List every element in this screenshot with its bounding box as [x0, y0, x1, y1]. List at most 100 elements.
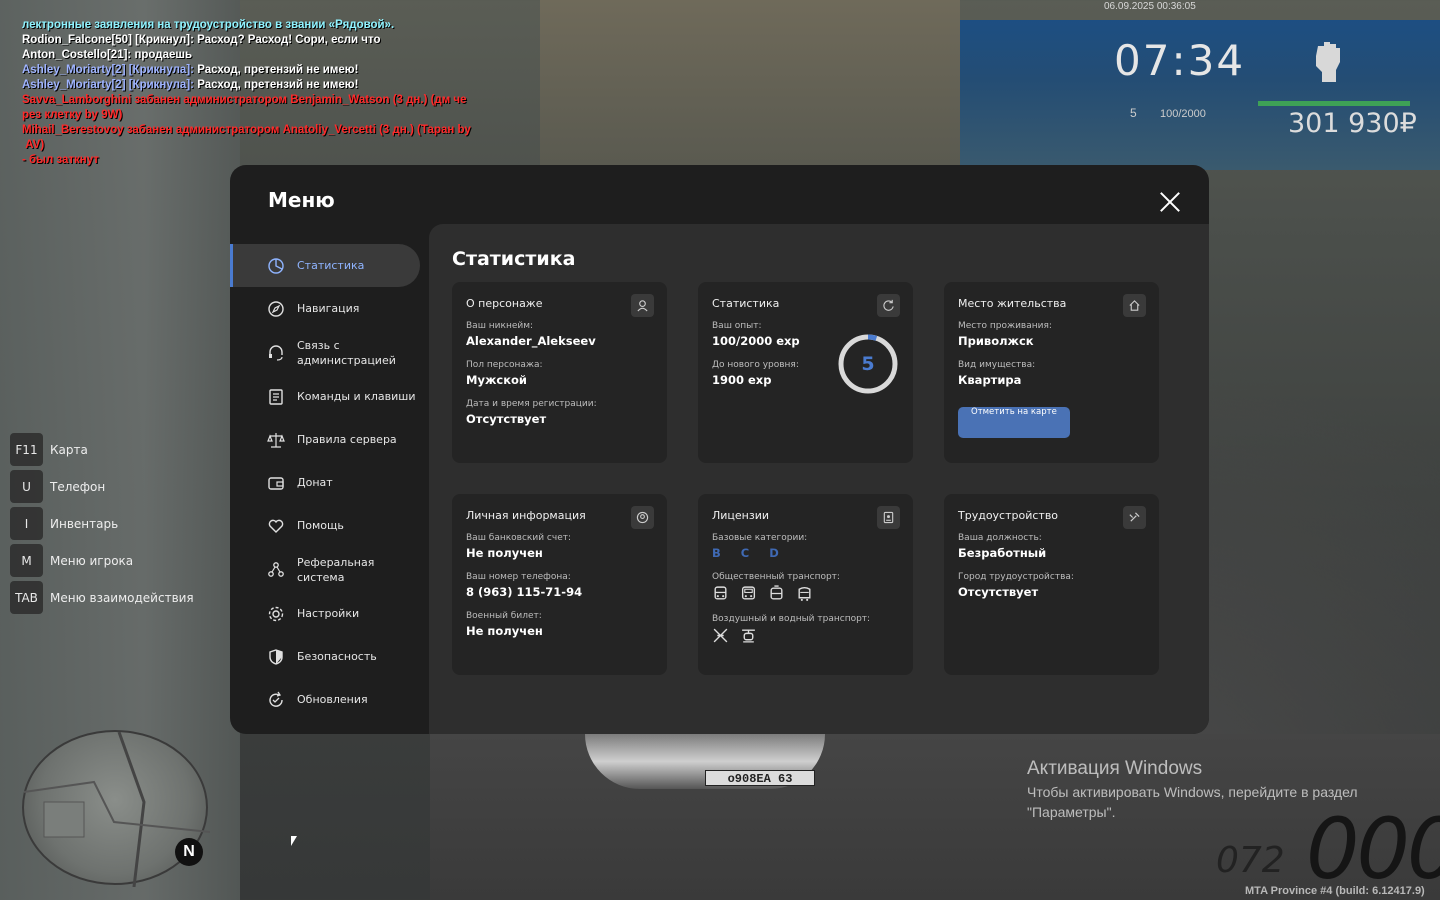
- sidebar-item-label: Реферальная система: [297, 555, 375, 584]
- sidebar-item[interactable]: Правила сервера: [230, 418, 428, 461]
- chat-text: Anton_Costello[21]: продаешь: [22, 49, 193, 61]
- registration-value: Отсутствует: [466, 412, 547, 426]
- field-label: Воздушный и водный транспорт:: [712, 614, 871, 624]
- sidebar-item-label: Безопасность: [297, 650, 377, 663]
- keybind-interaction-menu[interactable]: TAB Меню взаимодействия: [10, 581, 194, 614]
- sidebar-item[interactable]: Реферальная система: [230, 547, 428, 592]
- sidebar-item[interactable]: Помощь: [230, 504, 428, 547]
- sidebar-item-label: Настройки: [297, 607, 360, 620]
- personal-card: Личная информация Ваш банковский счет: Н…: [452, 494, 667, 675]
- keybind-key: I: [10, 507, 43, 540]
- game-menu: Меню Статистика Навигация Связь с админист…: [230, 165, 1209, 734]
- bank-value: Не получен: [466, 546, 543, 560]
- keybind-label: Телефон: [50, 479, 106, 494]
- field-label: Ваш опыт:: [712, 321, 762, 331]
- refresh-icon: [267, 691, 285, 709]
- field-label: Ваш никнейм:: [466, 321, 534, 331]
- card-title: Место жительства: [958, 297, 1067, 310]
- chat-line: рез клетку by 9W): [22, 108, 492, 123]
- sidebar-item-label: Правила сервера: [297, 433, 397, 446]
- air-water-licenses: [712, 627, 899, 644]
- keybind-inventory[interactable]: I Инвентарь: [10, 507, 194, 540]
- close-icon[interactable]: [1159, 191, 1181, 213]
- keybind-key: U: [10, 470, 43, 503]
- hud-level: 5: [1130, 106, 1137, 120]
- user-icon: [631, 294, 654, 317]
- speed-readout: 000: [1306, 800, 1440, 898]
- refresh-stats-icon: [877, 294, 900, 317]
- bus-front-icon: [741, 586, 756, 600]
- character-card: О персонаже Ваш никнейм: Alexander_Aleks…: [452, 282, 667, 463]
- tram-icon: [770, 585, 783, 600]
- keybind-label: Инвентарь: [50, 516, 119, 531]
- field-label: Военный билет:: [466, 611, 542, 621]
- compass-icon: [267, 300, 285, 318]
- sidebar-item-label: Помощь: [297, 519, 344, 532]
- chat-text: AV): [22, 139, 45, 151]
- fuel-readout: 072: [1216, 840, 1285, 881]
- sidebar-item-label: Донат: [297, 476, 333, 489]
- military-value: Не получен: [466, 624, 543, 638]
- card-title: Статистика: [712, 297, 780, 310]
- build-label: MTA Province #4 (build: 6.12417.9): [1245, 885, 1425, 897]
- level-number: 5: [861, 353, 875, 375]
- keybind-list: F11 Карта U Телефон I Инвентарь M Меню игрок…: [10, 433, 194, 618]
- chat-text: Mihail_Berestovoy забанен администраторо…: [22, 124, 471, 136]
- sidebar-item[interactable]: Навигация: [230, 287, 428, 330]
- property-value: Квартира: [958, 373, 1022, 387]
- field-label: Ваш номер телефона:: [466, 572, 571, 582]
- chat-text: - был заткнут: [22, 154, 99, 166]
- gear-icon: [267, 605, 285, 623]
- field-label: Ваша должность:: [958, 533, 1042, 543]
- keybind-map[interactable]: F11 Карта: [10, 433, 194, 466]
- mouse-cursor: [291, 836, 297, 846]
- sidebar-item[interactable]: Настройки: [230, 592, 428, 635]
- chat-line: AV): [22, 138, 492, 153]
- keybind-key: M: [10, 544, 43, 577]
- field-label: Вид имущества:: [958, 360, 1036, 370]
- heart-hands-icon: [267, 517, 285, 535]
- license-categories: B C D: [712, 546, 787, 560]
- sidebar-item[interactable]: Команды и клавиши: [230, 375, 428, 418]
- trolleybus-icon: [798, 586, 811, 601]
- fist-icon: [1308, 38, 1348, 84]
- sidebar-item[interactable]: Безопасность: [230, 635, 428, 678]
- field-label: Место проживания:: [958, 321, 1052, 331]
- chat-text: Savva_Lamborghini забанен администраторо…: [22, 94, 467, 106]
- section-title: Статистика: [452, 248, 576, 270]
- hud-exp: 100/2000: [1160, 108, 1206, 120]
- gender-value: Мужской: [466, 373, 527, 387]
- chat-line: Ashley_Moriarty[2] [Крикнула]: Расход, п…: [22, 63, 492, 78]
- phone-value: 8 (963) 115-71-94: [466, 585, 583, 599]
- sidebar-item-label: Команды и клавиши: [297, 390, 416, 403]
- referral-icon: [267, 561, 285, 579]
- keybind-player-menu[interactable]: M Меню игрока: [10, 544, 194, 577]
- chat-line: лектронные заявления на трудоустройство …: [22, 18, 492, 33]
- background-building: [540, 0, 960, 165]
- mark-on-map-button[interactable]: Отметить на карте: [958, 407, 1070, 438]
- keybind-label: Меню игрока: [50, 553, 134, 568]
- chat-line: Ashley_Moriarty[2] [Крикнула]: Расход, п…: [22, 78, 492, 93]
- menu-content: Статистика О персонаже Ваш никнейм: Alex…: [429, 224, 1209, 734]
- sidebar-item[interactable]: Обновления: [230, 678, 428, 721]
- hud-datetime: 06.09.2025 00:36:05: [1104, 1, 1196, 12]
- keybind-label: Меню взаимодействия: [50, 590, 194, 605]
- bus-icon: [714, 586, 727, 600]
- keybind-phone[interactable]: U Телефон: [10, 470, 194, 503]
- headset-icon: [267, 344, 285, 362]
- sidebar-item[interactable]: Связь с администрацией: [230, 330, 428, 375]
- sidebar-item[interactable]: Статистика: [230, 244, 420, 287]
- chat-line: Rodion_Falcone[50] [Крикнул]: Расход? Ра…: [22, 33, 492, 48]
- menu-title: Меню: [268, 188, 335, 212]
- chat-text: Расход, претензий не имею!: [197, 64, 359, 76]
- field-label: Ваш банковский счет:: [466, 533, 572, 543]
- north-indicator: N: [175, 838, 203, 866]
- chat-line: Mihail_Berestovoy забанен администраторо…: [22, 123, 492, 138]
- sidebar-item-label: Связь с администрацией: [297, 338, 396, 367]
- windows-activation-title: Активация Windows: [1027, 758, 1203, 779]
- hud-money: 301 930₽: [1288, 108, 1417, 139]
- chat-log: лектронные заявления на трудоустройство …: [22, 18, 492, 168]
- user-circle-icon: [631, 506, 654, 529]
- license-plate: o908EA 63: [705, 770, 815, 786]
- sidebar-item[interactable]: Донат: [230, 461, 428, 504]
